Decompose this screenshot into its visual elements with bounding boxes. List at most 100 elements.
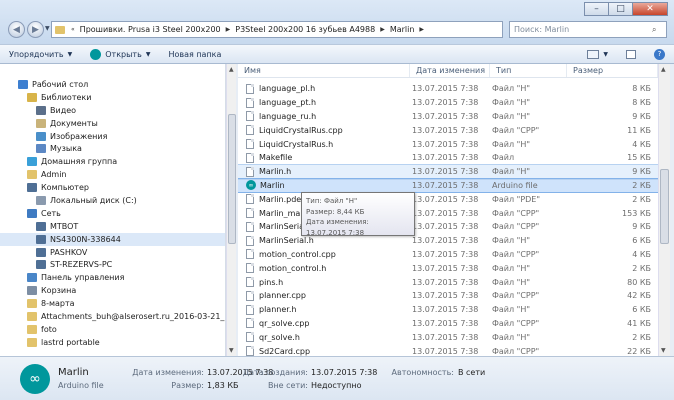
details-created-value: 13.07.2015 7:38 <box>311 368 378 377</box>
file-row[interactable]: Sd2Card.cpp 13.07.2015 7:38 Файл "CPP" 22 К… <box>238 344 658 356</box>
file-type: Файл "H" <box>492 84 531 94</box>
nav-item[interactable]: Admin <box>0 168 225 181</box>
minimize-button[interactable]: – <box>584 2 608 16</box>
search-input[interactable]: Поиск: Marlin ⌕ <box>509 21 667 38</box>
file-row[interactable]: qr_solve.cpp 13.07.2015 7:38 Файл "CPP" 41 … <box>238 317 658 331</box>
file-row[interactable]: motion_control.h 13.07.2015 7:38 Файл "H" 2… <box>238 261 658 275</box>
nav-item[interactable]: Компьютер <box>0 181 225 194</box>
nav-item[interactable]: Панель управления <box>0 271 225 284</box>
nav-item[interactable]: Attachments_buh@alserosert.ru_2016-03-21… <box>0 310 225 323</box>
user-folder-icon <box>27 170 37 180</box>
navigation-scrollbar[interactable]: ▲ ▼ <box>226 64 236 356</box>
preview-pane-button[interactable] <box>617 49 645 59</box>
nav-item[interactable]: Рабочий стол <box>0 78 225 91</box>
column-header-row: Имя Дата изменения Тип Размер <box>238 64 658 78</box>
file-name: planner.cpp <box>259 291 306 301</box>
file-date: 13.07.2015 7:38 <box>412 291 479 301</box>
file-row[interactable]: Marlin.h 13.07.2015 7:38 Файл "H" 9 КБ <box>238 163 658 180</box>
file-row[interactable]: motion_control.cpp 13.07.2015 7:38 Файл "C… <box>238 248 658 262</box>
file-row[interactable]: language_pt.h 13.07.2015 7:38 Файл "H" 8 КБ <box>238 96 658 110</box>
nav-item-label: Локальный диск (C:) <box>50 195 137 205</box>
file-type: Файл "H" <box>492 332 531 342</box>
new-folder-button[interactable]: Новая папка <box>159 50 230 59</box>
video-icon <box>36 105 46 115</box>
file-row[interactable]: LiquidCrystalRus.h 13.07.2015 7:38 Файл "H… <box>238 137 658 151</box>
nav-item[interactable]: foto <box>0 323 225 336</box>
file-row[interactable]: LiquidCrystalRus.cpp 13.07.2015 7:38 Файл … <box>238 123 658 137</box>
column-header-name[interactable]: Имя <box>238 64 410 77</box>
overflow-chevron-icon[interactable]: « <box>68 26 78 33</box>
breadcrumb-item[interactable]: Marlin <box>388 25 417 34</box>
file-icon <box>246 166 254 177</box>
nav-item-label: Компьютер <box>41 183 89 193</box>
file-row[interactable]: planner.cpp 13.07.2015 7:38 Файл "CPP" 42 К… <box>238 289 658 303</box>
file-row[interactable]: Makefile 13.07.2015 7:38 Файл 15 КБ <box>238 151 658 165</box>
nav-item[interactable]: ST-REZERVS-PC <box>0 258 225 271</box>
open-button[interactable]: Открыть ▼ <box>81 48 159 60</box>
file-name: Marlin.pde <box>259 194 302 204</box>
scroll-up-arrow-icon[interactable]: ▲ <box>661 66 666 73</box>
nav-item[interactable]: Документы <box>0 117 225 130</box>
file-type: Файл "H" <box>492 277 531 287</box>
nav-item[interactable]: Корзина <box>0 284 225 297</box>
nav-item[interactable]: Музыка <box>0 142 225 155</box>
file-row[interactable]: planner.h 13.07.2015 7:38 Файл "H" 6 КБ <box>238 303 658 317</box>
file-row[interactable]: pins.h 13.07.2015 7:38 Файл "H" 80 КБ <box>238 275 658 289</box>
nav-item[interactable]: PASHKOV <box>0 246 225 259</box>
file-date: 13.07.2015 7:38 <box>412 111 479 121</box>
help-button[interactable]: ? <box>645 48 674 60</box>
forward-button[interactable]: ▶ <box>27 21 44 38</box>
column-header-date[interactable]: Дата изменения <box>410 64 490 77</box>
breadcrumb-item[interactable]: P3Steel 200x200 16 зубьев A4988 <box>233 25 377 34</box>
file-icon <box>246 125 254 136</box>
file-size: 11 КБ <box>627 125 651 135</box>
nav-item[interactable]: Изображения <box>0 130 225 143</box>
breadcrumb-item[interactable]: Прошивки. Prusa i3 Steel 200x200 <box>78 25 223 34</box>
organize-button[interactable]: Упорядочить ▼ <box>0 50 81 59</box>
column-header-type[interactable]: Тип <box>490 64 567 77</box>
nav-item[interactable]: Домашняя группа <box>0 155 225 168</box>
file-size: 15 КБ <box>627 153 651 163</box>
file-type: Файл "H" <box>492 263 531 273</box>
view-options-button[interactable]: ▼ <box>578 49 617 59</box>
nav-item[interactable]: Видео <box>0 104 225 117</box>
nav-item[interactable]: 8-марта <box>0 297 225 310</box>
back-button[interactable]: ◀ <box>8 21 25 38</box>
file-list-scrollbar[interactable]: ▲ ▼ <box>658 64 670 356</box>
nav-item[interactable]: Сеть <box>0 207 225 220</box>
file-date: 13.07.2015 7:38 <box>412 208 479 218</box>
nav-item[interactable]: MTBOT <box>0 220 225 233</box>
search-placeholder: Поиск: Marlin <box>514 25 570 34</box>
file-type: Файл "H" <box>492 305 531 315</box>
maximize-button[interactable]: □ <box>608 2 632 16</box>
nav-item[interactable]: Локальный диск (C:) <box>0 194 225 207</box>
column-header-size[interactable]: Размер <box>567 64 658 77</box>
file-name: language_pl.h <box>259 84 316 94</box>
breadcrumb-separator-icon[interactable]: ▶ <box>377 26 388 33</box>
nav-item[interactable]: NS4300N-338644 <box>0 232 225 246</box>
file-size: 42 КБ <box>627 291 651 301</box>
scrollbar-thumb[interactable] <box>228 114 236 244</box>
file-row[interactable]: qr_solve.h 13.07.2015 7:38 Файл "H" 2 КБ <box>238 330 658 344</box>
scroll-up-arrow-icon[interactable]: ▲ <box>229 66 234 73</box>
file-icon <box>246 318 254 329</box>
breadcrumb-separator-icon[interactable]: ▶ <box>223 26 234 33</box>
scroll-down-arrow-icon[interactable]: ▼ <box>229 347 234 354</box>
address-bar[interactable]: « Прошивки. Prusa i3 Steel 200x200 ▶ P3S… <box>51 21 503 38</box>
recent-pages-chevron-icon[interactable]: ▼ <box>45 25 50 32</box>
close-button[interactable]: ✕ <box>632 2 668 16</box>
documents-icon <box>36 118 46 128</box>
nav-item[interactable]: Библиотеки <box>0 91 225 104</box>
file-row[interactable]: language_pl.h 13.07.2015 7:38 Файл "H" 8 КБ <box>238 82 658 96</box>
nav-item[interactable]: lastrd portable <box>0 336 225 349</box>
file-date: 13.07.2015 7:38 <box>412 125 479 135</box>
scroll-down-arrow-icon[interactable]: ▼ <box>661 347 666 354</box>
file-row[interactable]: ∞ Marlin 13.07.2015 7:38 Arduino file 2 КБ <box>238 177 658 194</box>
breadcrumb-separator-icon[interactable]: ▶ <box>416 26 427 33</box>
file-icon <box>246 208 254 219</box>
file-date: 13.07.2015 7:38 <box>412 153 479 163</box>
scrollbar-thumb[interactable] <box>660 169 669 244</box>
forward-arrow-icon: ▶ <box>32 24 39 35</box>
file-row[interactable]: language_ru.h 13.07.2015 7:38 Файл "H" 9 КБ <box>238 110 658 124</box>
images-icon <box>36 131 46 141</box>
